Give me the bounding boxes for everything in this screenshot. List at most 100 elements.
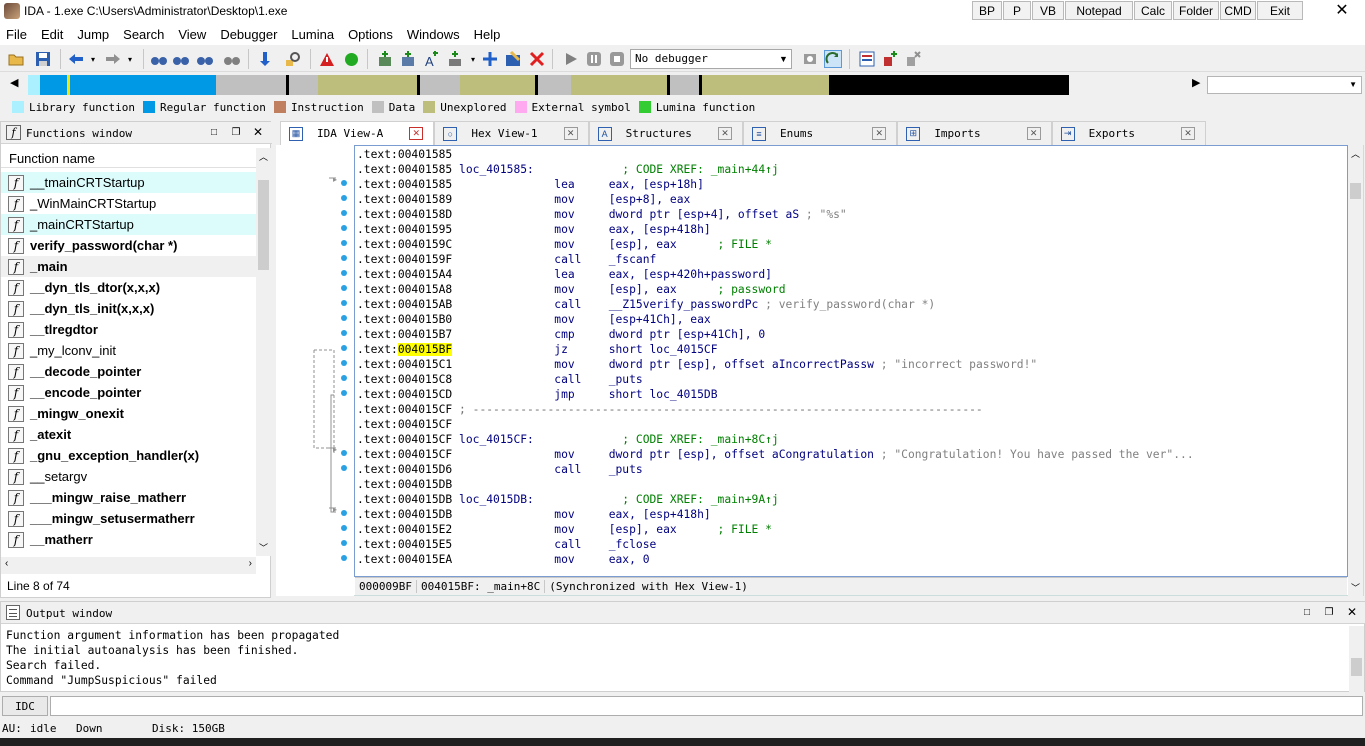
close-icon[interactable]: ✕ (1346, 605, 1358, 619)
disasm-line[interactable]: .text:0040158D mov dword ptr [esp+4], of… (357, 207, 847, 222)
quick-button-exit[interactable]: Exit (1257, 1, 1303, 20)
disasm-line[interactable]: .text:004015A4 lea eax, [esp+420h+passwo… (357, 267, 772, 282)
save-icon[interactable] (34, 50, 52, 68)
menu-search[interactable]: Search (123, 27, 164, 42)
function-list-item[interactable]: f _mainCRTStartup (1, 214, 256, 235)
search-code-icon[interactable] (284, 50, 302, 68)
binoculars-binary-icon[interactable] (223, 50, 241, 68)
disasm-line[interactable]: .text:004015B0 mov [esp+41Ch], eax (357, 312, 711, 327)
menu-view[interactable]: View (178, 27, 206, 42)
function-list-item[interactable]: f __tmainCRTStartup (1, 172, 256, 193)
disasm-line[interactable]: .text:004015CF (357, 417, 452, 432)
breakpoint-remove-icon[interactable] (904, 50, 922, 68)
tab-enums[interactable]: ≡ Enums ✕ (742, 121, 898, 145)
tab-close-icon[interactable]: ✕ (717, 127, 732, 140)
function-list-item[interactable]: f __dyn_tls_init(x,x,x) (1, 298, 256, 319)
quick-button-bp[interactable]: BP (972, 1, 1002, 20)
add-dropdown-icon[interactable]: ▾ (464, 50, 482, 68)
function-list-item[interactable]: f __decode_pointer (1, 361, 256, 382)
open-folder-icon[interactable] (7, 50, 25, 68)
function-list-item[interactable]: f _atexit (1, 424, 256, 445)
disasm-line[interactable]: .text:00401595 mov eax, [esp+418h] (357, 222, 711, 237)
breakpoint-marker[interactable] (341, 345, 347, 351)
quick-button-p[interactable]: P (1003, 1, 1031, 20)
disasm-line[interactable]: .text:004015DB (357, 477, 452, 492)
disasm-line[interactable]: .text:004015C1 mov dword ptr [esp], offs… (357, 357, 1037, 372)
menu-edit[interactable]: Edit (41, 27, 63, 42)
breakpoint-marker[interactable] (341, 255, 347, 261)
breakpoint-marker[interactable] (341, 210, 347, 216)
function-list-item[interactable]: f _WinMainCRTStartup (1, 193, 256, 214)
nav-left-arrow-icon[interactable]: ◀ (10, 76, 18, 89)
tab-close-icon[interactable]: ✕ (1180, 127, 1195, 140)
add-string-icon[interactable]: A (422, 50, 440, 68)
disasm-line[interactable]: .text:00401585 (357, 147, 452, 162)
function-list-item[interactable]: f ___mingw_raise_matherr (1, 487, 256, 508)
float-icon[interactable]: ❐ (1323, 606, 1335, 618)
play-icon[interactable] (562, 50, 580, 68)
tab-ida-view-a[interactable]: ▦ IDA View-A ✕ (280, 121, 435, 145)
function-list-item[interactable]: f ___mingw_setusermatherr (1, 508, 256, 529)
stop-icon[interactable] (608, 50, 626, 68)
breakpoint-marker[interactable] (341, 510, 347, 516)
tab-close-icon[interactable]: ✕ (409, 127, 424, 140)
window-close-icon[interactable]: ✕ (1332, 1, 1352, 21)
view-list-icon[interactable] (858, 50, 876, 68)
function-list-item[interactable]: f __setargv (1, 466, 256, 487)
function-list-item[interactable]: f __encode_pointer (1, 382, 256, 403)
debugger-switch-icon[interactable] (824, 50, 842, 68)
breakpoint-marker[interactable] (341, 285, 347, 291)
close-icon[interactable]: ✕ (252, 125, 264, 139)
debugger-select[interactable]: No debugger (630, 49, 792, 69)
disasm-line[interactable]: .text:004015CF mov dword ptr [esp], offs… (357, 447, 1194, 462)
breakpoint-marker[interactable] (341, 270, 347, 276)
breakpoint-marker[interactable] (341, 375, 347, 381)
breakpoint-marker[interactable] (341, 360, 347, 366)
add-data-icon[interactable] (399, 50, 417, 68)
disasm-line[interactable]: .text:004015D6 call _puts (357, 462, 643, 477)
breakpoint-marker[interactable] (341, 540, 347, 546)
warning-icon[interactable] (318, 50, 336, 68)
disasm-line[interactable]: .text:004015DB mov eax, [esp+418h] (357, 507, 711, 522)
menu-options[interactable]: Options (348, 27, 393, 42)
edit-function-icon[interactable] (504, 50, 522, 68)
function-list-item[interactable]: f __dyn_tls_dtor(x,x,x) (1, 277, 256, 298)
breakpoint-marker[interactable] (341, 180, 347, 186)
disasm-line[interactable]: .text:004015BF jz short loc_4015CF (357, 342, 718, 357)
idc-language-button[interactable]: IDC (2, 696, 48, 716)
back-dropdown-icon[interactable]: ▾ (84, 50, 102, 68)
quick-button-calc[interactable]: Calc (1134, 1, 1172, 20)
function-list-item[interactable]: f __matherr (1, 529, 256, 550)
menu-help[interactable]: Help (474, 27, 501, 42)
breakpoint-marker[interactable] (341, 300, 347, 306)
breakpoint-marker[interactable] (341, 465, 347, 471)
disasm-line[interactable]: .text:0040159F call _fscanf (357, 252, 656, 267)
disasm-line[interactable]: .text:004015CD jmp short loc_4015DB (357, 387, 718, 402)
disasm-line[interactable]: .text:004015B7 cmp dword ptr [esp+41Ch],… (357, 327, 765, 342)
chevron-down-icon[interactable]: ▼ (779, 54, 788, 64)
breakpoint-marker[interactable] (341, 240, 347, 246)
navigation-band[interactable]: ◀ ▶ ▼ (0, 73, 1365, 97)
disassembly-scroll-thumb[interactable] (1350, 183, 1361, 199)
delete-icon[interactable] (528, 50, 546, 68)
add-struct-icon[interactable] (446, 50, 464, 68)
disasm-line[interactable]: .text:00401585 loc_401585: ; CODE XREF: … (357, 162, 779, 177)
functions-horizontal-scrollbar[interactable]: ‹ › (1, 557, 256, 574)
menu-debugger[interactable]: Debugger (220, 27, 277, 42)
disasm-line[interactable]: .text:004015A8 mov [esp], eax ; password (357, 282, 786, 297)
forward-dropdown-icon[interactable]: ▾ (121, 50, 139, 68)
tab-close-icon[interactable]: ✕ (563, 127, 578, 140)
add-code-icon[interactable] (376, 50, 394, 68)
disasm-line[interactable]: .text:00401589 mov [esp+8], eax (357, 192, 690, 207)
breakpoint-marker[interactable] (341, 450, 347, 456)
binoculars-icon[interactable] (150, 50, 168, 68)
nav-track[interactable] (28, 75, 1188, 95)
menu-lumina[interactable]: Lumina (291, 27, 334, 42)
function-list-item[interactable]: f __tlregdtor (1, 319, 256, 340)
function-list-item[interactable]: f _mingw_onexit (1, 403, 256, 424)
nav-dropdown[interactable]: ▼ (1207, 76, 1362, 94)
disasm-line[interactable]: .text:004015EA mov eax, 0 (357, 552, 650, 567)
run-green-icon[interactable] (342, 50, 360, 68)
restore-icon[interactable]: □ (1301, 606, 1313, 618)
tab-hex-view-1[interactable]: ○ Hex View-1 ✕ (434, 121, 589, 145)
